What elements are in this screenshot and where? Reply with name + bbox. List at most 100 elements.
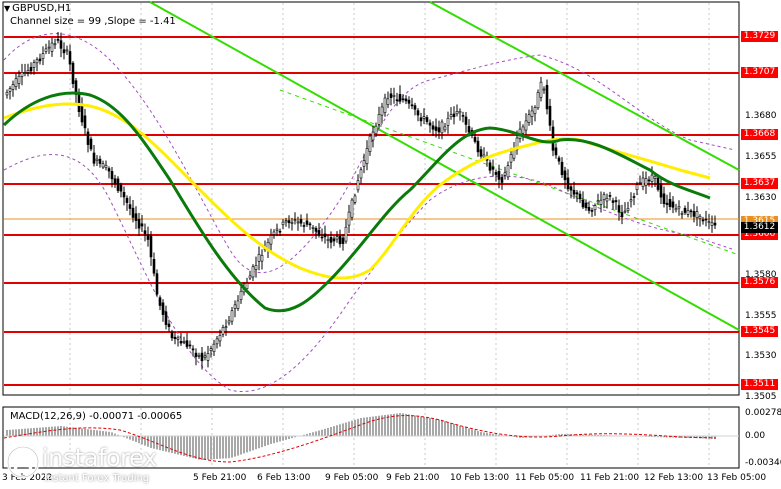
candle-body (620, 212, 624, 218)
candle-body (599, 199, 603, 205)
watermark-tagline: Instant Forex Trading (44, 473, 150, 484)
macd-bar (369, 416, 371, 436)
candle-body (557, 157, 561, 162)
macd-bar (201, 436, 203, 460)
candle-body (197, 354, 201, 357)
candle-body (128, 204, 132, 209)
candle-body (671, 201, 675, 208)
time-axis-label: 6 Feb 13:00 (257, 473, 311, 483)
main-chart-border (2, 1, 740, 396)
level-tag: 1.3511 (741, 379, 778, 390)
candle-body (383, 97, 387, 113)
candle-body (71, 62, 75, 84)
candle-body (209, 348, 213, 352)
candle-body (614, 200, 618, 203)
macd-bar (81, 428, 83, 436)
candle-body (626, 208, 630, 211)
candle-body (308, 223, 312, 226)
price-axis-label: 1.3630 (745, 193, 777, 203)
candle-body (116, 178, 120, 191)
candle-body (257, 254, 261, 262)
macd-bar (6, 430, 8, 436)
candle-body (155, 273, 159, 295)
candle-body (305, 220, 309, 225)
candle-body (53, 43, 57, 46)
candle-body (539, 81, 543, 98)
candle-body (398, 94, 402, 102)
time-axis-label: 12 Feb 13:00 (644, 473, 704, 483)
candle-body (449, 114, 453, 118)
macd-bar (183, 436, 185, 456)
macd-bar (255, 436, 257, 450)
candle-body (656, 177, 660, 190)
candle-body (647, 179, 651, 182)
candle-body (524, 120, 528, 131)
candle-body (458, 110, 462, 114)
candle-body (491, 166, 495, 170)
candle-body (368, 135, 372, 152)
candle-body (365, 148, 369, 164)
candle-body (629, 199, 633, 202)
candle-body (221, 327, 225, 335)
candle-body (47, 46, 51, 49)
candle-body (575, 192, 579, 195)
macd-bar (48, 426, 50, 436)
candle-body (38, 58, 42, 62)
candle-body (389, 93, 393, 98)
macd-bar (411, 414, 413, 436)
candle-body (338, 235, 342, 245)
candle-body (581, 199, 585, 208)
candle-body (293, 219, 297, 222)
candle-body (701, 219, 705, 222)
candle-body (224, 326, 228, 329)
candle-body (107, 168, 111, 172)
candle-body (407, 99, 411, 104)
macd-bar (315, 431, 317, 436)
candle-body (194, 352, 198, 357)
candle-body (434, 126, 438, 131)
macd-bar (15, 429, 17, 436)
macd-scale-label: 0.00278 (745, 408, 781, 418)
macd-bar (60, 426, 62, 436)
candle-body (521, 126, 525, 134)
macd-bar (324, 428, 326, 436)
candle-body (353, 195, 357, 203)
dropdown-triangle-icon[interactable]: ▼ (4, 4, 10, 13)
candle-body (275, 228, 279, 231)
candle-body (41, 53, 45, 59)
macd-bar (336, 425, 338, 436)
macd-bar (96, 430, 98, 436)
macd-bar (132, 436, 134, 441)
candle-body (380, 106, 384, 116)
candle-body (425, 117, 429, 122)
time-axis-label: 5 Feb 21:00 (193, 473, 247, 483)
candle-body (206, 353, 210, 361)
candle-body (377, 114, 381, 125)
candle-body (230, 310, 234, 322)
candle-body (386, 98, 390, 105)
macd-scale-label: 0.00 (745, 431, 766, 441)
price-axis-label: 1.3555 (745, 311, 777, 321)
macd-bar (363, 417, 365, 436)
candle-body (236, 300, 240, 309)
macd-bar (204, 436, 206, 460)
candle-body (596, 200, 600, 203)
macd-bar (456, 424, 458, 436)
candle-body (335, 236, 339, 240)
candle-body (584, 202, 588, 209)
candle-body (452, 113, 456, 118)
current-price-tag: 1.3612 (741, 222, 778, 233)
macd-bar (405, 413, 407, 436)
candle-body (320, 236, 324, 239)
candle-body (419, 117, 423, 122)
candle-body (158, 297, 162, 306)
macd-bar (342, 423, 344, 436)
candle-body (272, 231, 276, 235)
macd-bar (87, 429, 89, 436)
candle-body (698, 215, 702, 219)
candle-body (464, 116, 468, 125)
macd-bar (222, 436, 224, 459)
macd-bar (360, 418, 362, 436)
candle-body (404, 98, 408, 102)
macd-bar (474, 430, 476, 436)
